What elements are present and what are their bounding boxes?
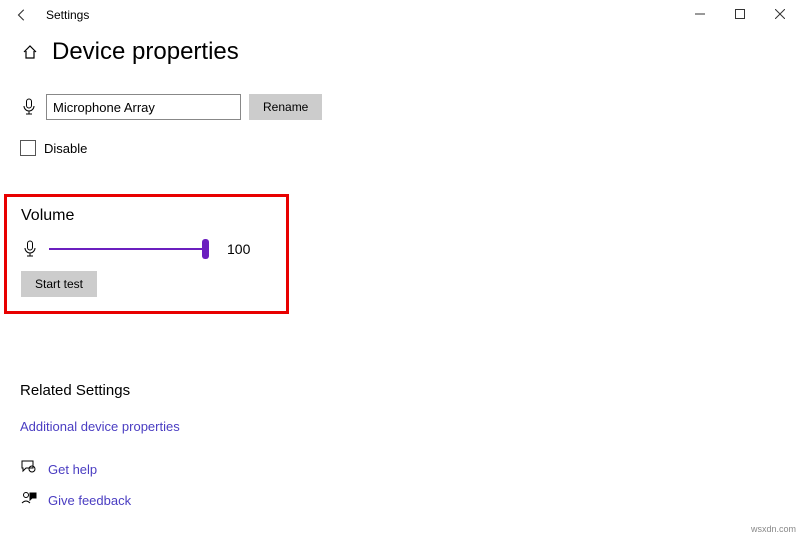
microphone-icon xyxy=(20,98,38,116)
device-name-row: Rename xyxy=(20,94,780,120)
disable-row: Disable xyxy=(20,140,780,156)
volume-slider-row: 100 xyxy=(21,239,272,259)
home-icon[interactable] xyxy=(20,44,40,60)
disable-checkbox[interactable] xyxy=(20,140,36,156)
volume-section-highlight: Volume 100 Start test xyxy=(4,194,289,314)
give-feedback-row: Give feedback xyxy=(20,487,780,508)
chat-icon xyxy=(20,460,38,474)
volume-heading: Volume xyxy=(21,207,272,225)
volume-value: 100 xyxy=(227,241,250,257)
close-button[interactable] xyxy=(760,0,800,28)
get-help-link[interactable]: Get help xyxy=(48,462,97,477)
start-test-button[interactable]: Start test xyxy=(21,271,97,297)
page-title: Device properties xyxy=(52,38,239,66)
disable-label: Disable xyxy=(44,141,87,156)
rename-button[interactable]: Rename xyxy=(249,94,322,120)
watermark: wsxdn.com xyxy=(751,524,796,534)
volume-slider-thumb[interactable] xyxy=(202,239,209,259)
microphone-icon xyxy=(21,240,39,258)
maximize-button[interactable] xyxy=(720,0,760,28)
get-help-row: Get help xyxy=(20,456,780,477)
related-heading: Related Settings xyxy=(20,382,780,399)
related-settings-section: Related Settings Additional device prope… xyxy=(20,382,780,434)
window-controls xyxy=(680,0,800,28)
give-feedback-link[interactable]: Give feedback xyxy=(48,493,131,508)
back-button[interactable] xyxy=(8,8,36,22)
feedback-icon xyxy=(20,491,38,505)
device-name-input[interactable] xyxy=(46,94,241,120)
minimize-button[interactable] xyxy=(680,0,720,28)
app-title: Settings xyxy=(36,8,89,22)
page-header: Device properties xyxy=(20,38,780,66)
additional-device-properties-link[interactable]: Additional device properties xyxy=(20,419,180,434)
volume-slider[interactable] xyxy=(49,239,209,259)
